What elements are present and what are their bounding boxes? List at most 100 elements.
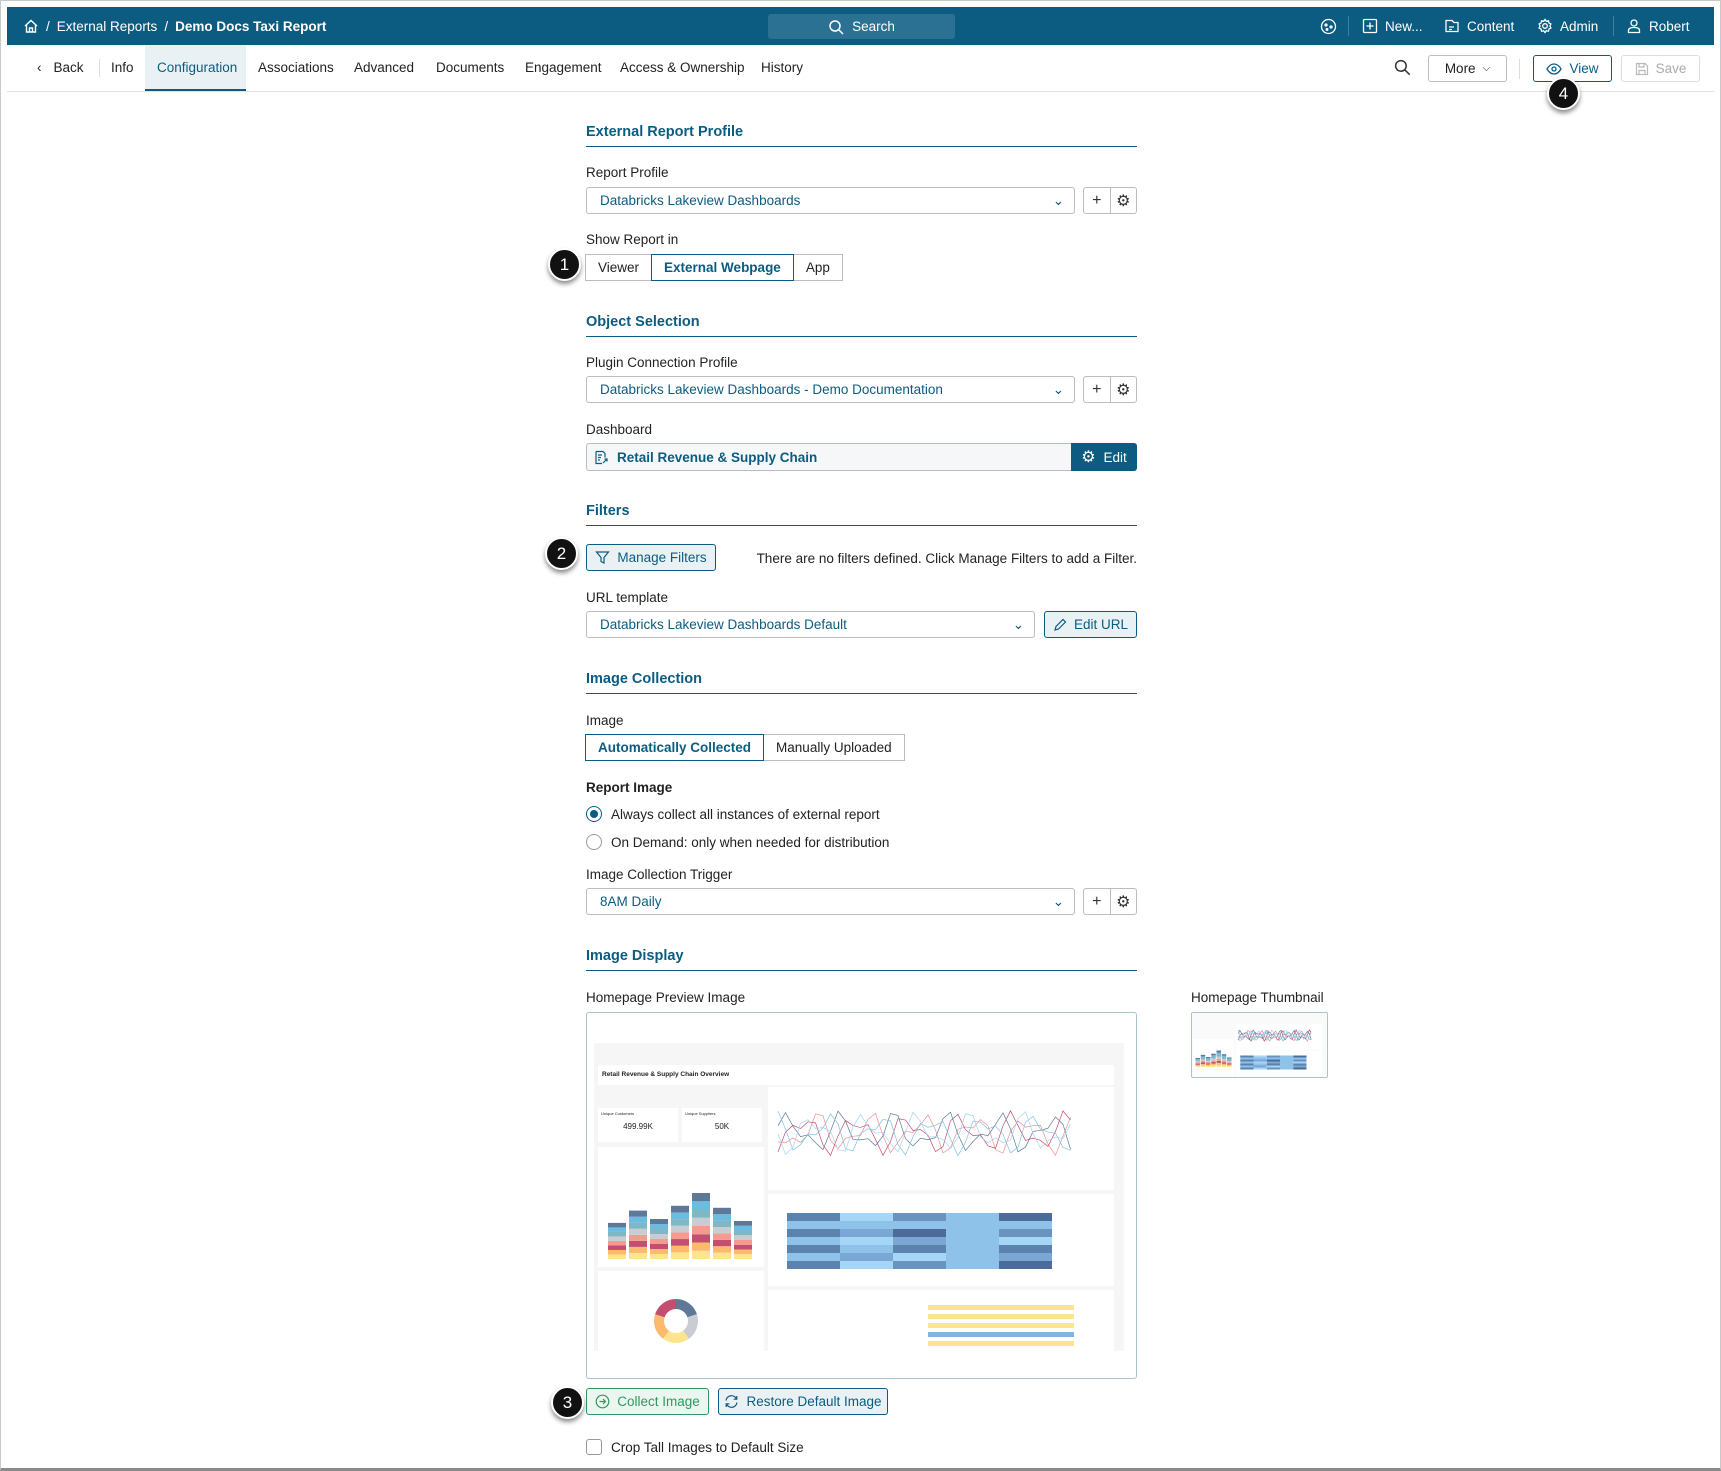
- option-external-webpage[interactable]: External Webpage: [651, 254, 794, 281]
- radio-always-collect[interactable]: Always collect all instances of external…: [586, 806, 880, 822]
- trigger-select[interactable]: 8AM Daily ⌄: [586, 888, 1075, 915]
- preview-stacked-bar: [650, 1229, 668, 1234]
- preview-stacked-bar: [1227, 1063, 1232, 1065]
- tab-access-ownership[interactable]: Access & Ownership: [620, 45, 745, 91]
- more-button[interactable]: More ⌵: [1428, 55, 1507, 82]
- preview-stacked-bar: [1195, 1059, 1200, 1061]
- breadcrumb-current: Demo Docs Taxi Report: [175, 18, 327, 34]
- edit-dashboard-button[interactable]: ⚙ Edit: [1071, 443, 1137, 471]
- dashboard-label: Dashboard: [586, 422, 653, 437]
- preview-stacked-bar: [650, 1244, 668, 1249]
- report-image-label: Report Image: [586, 780, 673, 795]
- user-icon: [1627, 19, 1641, 34]
- add-icon[interactable]: +: [1084, 889, 1110, 914]
- trigger-label: Image Collection Trigger: [586, 867, 733, 882]
- tab-history[interactable]: History: [761, 45, 803, 91]
- chevron-down-icon: ⌄: [1052, 382, 1064, 397]
- preview-stacked-bar: [1200, 1059, 1206, 1061]
- preview-stacked-bar: [734, 1230, 752, 1236]
- homepage-thumbnail[interactable]: [1191, 1012, 1328, 1078]
- preview-heatmap-cell: [1240, 1063, 1254, 1066]
- preview-stacked-bar: [1195, 1062, 1200, 1064]
- dashboard-screenshot: Retail Revenue & Supply Chain Overview U…: [594, 1043, 1124, 1351]
- gear-icon[interactable]: ⚙: [1109, 889, 1137, 914]
- preview-stacked-bar: [1216, 1050, 1221, 1053]
- radio-on-demand[interactable]: On Demand: only when needed for distribu…: [586, 834, 889, 850]
- preview-heatmap-cell: [1253, 1055, 1267, 1058]
- preview-stacked-bar: [1211, 1057, 1216, 1059]
- chevron-down-icon: ⌵: [1482, 63, 1491, 74]
- preview-stacked-bar: [608, 1249, 626, 1255]
- preview-stacked-bar: [1221, 1055, 1227, 1058]
- user-menu[interactable]: Robert: [1626, 18, 1690, 34]
- tab-documents[interactable]: Documents: [436, 45, 504, 91]
- homepage-preview-image[interactable]: Retail Revenue & Supply Chain Overview U…: [586, 1012, 1137, 1379]
- view-button[interactable]: View: [1533, 55, 1612, 82]
- option-manually-uploaded[interactable]: Manually Uploaded: [763, 734, 905, 761]
- preview-stacked-bar: [629, 1216, 647, 1223]
- tab-info[interactable]: Info: [111, 45, 134, 91]
- preview-heatmap-cell: [840, 1245, 893, 1253]
- admin-button[interactable]: Admin: [1537, 18, 1598, 34]
- search-box[interactable]: Search: [768, 14, 955, 39]
- preview-stacked-bar: [608, 1222, 626, 1228]
- collect-image-button[interactable]: Collect Image: [586, 1388, 709, 1415]
- plugin-connection-select[interactable]: Databricks Lakeview Dashboards - Demo Do…: [586, 376, 1075, 403]
- option-app[interactable]: App: [792, 254, 843, 281]
- preview-stacked-bar: [1216, 1062, 1221, 1065]
- save-button[interactable]: Save: [1621, 55, 1700, 82]
- dashboard-field[interactable]: Retail Revenue & Supply Chain ⚙ Edit: [586, 443, 1137, 471]
- gear-icon[interactable]: ⚙: [1109, 188, 1137, 213]
- preview-stacked-bar: [1216, 1056, 1221, 1059]
- preview-heatmap-cell: [840, 1221, 893, 1229]
- refresh-icon: [725, 1395, 739, 1408]
- image-source-toggle: Automatically Collected Manually Uploade…: [585, 734, 905, 761]
- tab-associations[interactable]: Associations: [258, 45, 334, 91]
- add-icon[interactable]: +: [1084, 377, 1110, 402]
- preview-stacked-bar: [1227, 1061, 1232, 1063]
- report-profile-select[interactable]: Databricks Lakeview Dashboards ⌄: [586, 187, 1075, 214]
- preview-heatmap-cell: [1240, 1065, 1254, 1068]
- show-report-in-label: Show Report in: [586, 232, 679, 247]
- preview-table-bar: [928, 1332, 1074, 1337]
- add-icon[interactable]: +: [1084, 188, 1110, 213]
- content-button[interactable]: Content: [1444, 18, 1514, 34]
- gear-icon: [1538, 18, 1552, 34]
- dashboard-icon: [594, 450, 609, 465]
- preview-stacked-bar: [1200, 1065, 1206, 1067]
- preview-heatmap-cell: [1280, 1055, 1294, 1058]
- eye-icon: [1546, 62, 1563, 75]
- manage-filters-button[interactable]: Manage Filters: [586, 544, 716, 571]
- preview-heatmap-cell: [787, 1261, 840, 1269]
- tab-advanced[interactable]: Advanced: [354, 45, 414, 91]
- breadcrumb-external-reports[interactable]: External Reports: [57, 19, 158, 34]
- preview-stacked-bar: [1206, 1057, 1211, 1059]
- radio-button[interactable]: [586, 834, 602, 850]
- preview-stacked-bar: [1195, 1060, 1200, 1062]
- gear-icon[interactable]: ⚙: [1109, 377, 1137, 402]
- tab-configuration[interactable]: Configuration: [145, 45, 246, 91]
- url-template-select[interactable]: Databricks Lakeview Dashboards Default ⌄: [586, 611, 1035, 638]
- preview-heatmap-cell: [946, 1213, 999, 1221]
- restore-default-image-button[interactable]: Restore Default Image: [718, 1388, 888, 1415]
- ai-assistant-icon[interactable]: [1320, 18, 1337, 35]
- preview-stacked-bar: [692, 1201, 710, 1210]
- checkbox[interactable]: [586, 1439, 602, 1455]
- edit-url-button[interactable]: Edit URL: [1044, 611, 1137, 638]
- callout-badge-3: 3: [551, 1386, 584, 1419]
- home-icon[interactable]: [23, 18, 39, 34]
- page-search-icon[interactable]: [1394, 59, 1411, 76]
- back-button[interactable]: ‹ Back: [37, 45, 84, 91]
- radio-button-selected[interactable]: [586, 806, 602, 822]
- preview-stacked-bar: [692, 1250, 710, 1259]
- tab-engagement[interactable]: Engagement: [525, 45, 602, 91]
- chevron-down-icon: ⌄: [1052, 193, 1064, 208]
- preview-heatmap-cell: [1266, 1059, 1280, 1062]
- preview-heatmap-cell: [946, 1261, 999, 1269]
- crop-tall-images-checkbox[interactable]: Crop Tall Images to Default Size: [586, 1439, 804, 1455]
- new-button[interactable]: New...: [1362, 18, 1423, 34]
- option-viewer[interactable]: Viewer: [585, 254, 653, 281]
- option-automatically-collected[interactable]: Automatically Collected: [585, 734, 765, 761]
- trigger-actions: + ⚙: [1083, 888, 1137, 915]
- preview-stacked-bar: [713, 1207, 731, 1215]
